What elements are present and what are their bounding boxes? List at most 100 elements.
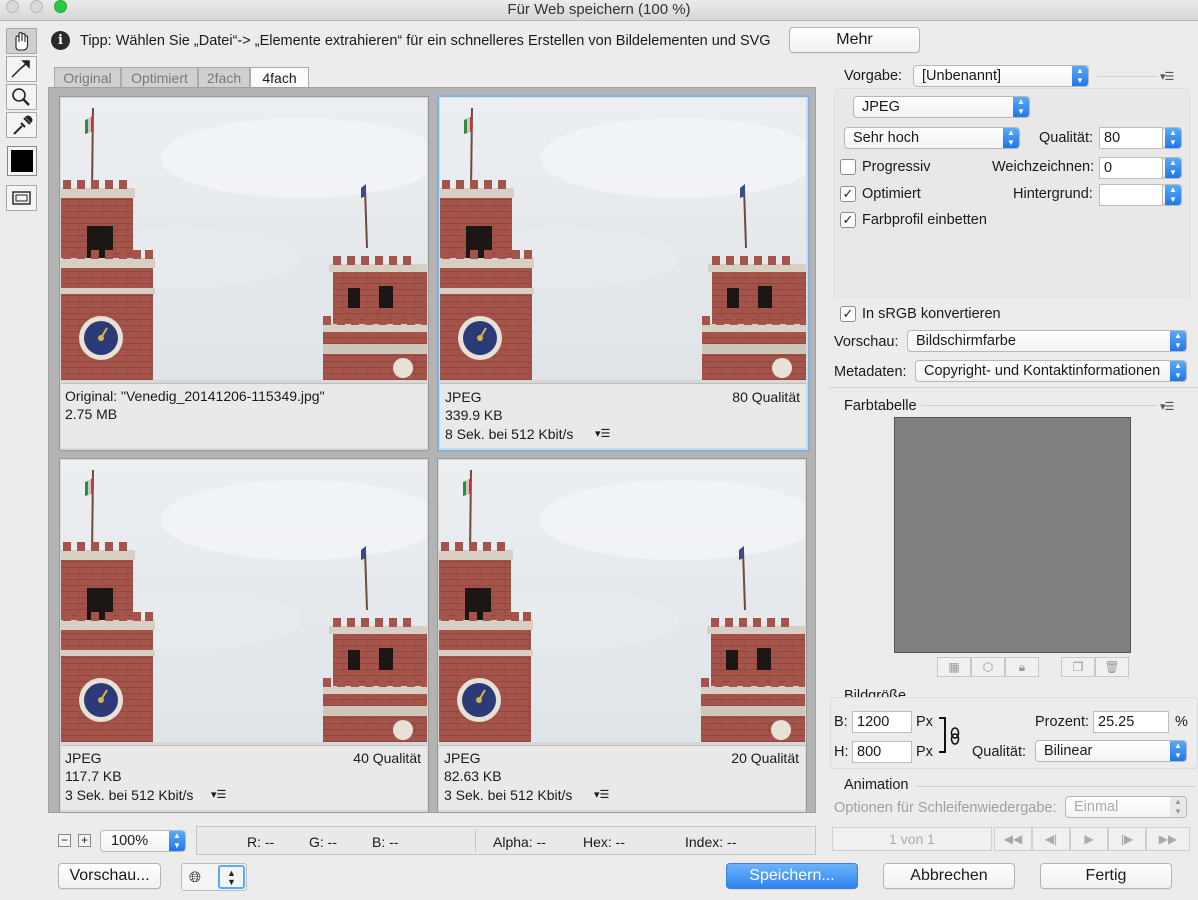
eyedropper-color-swatch[interactable] [7,146,37,176]
matte-input[interactable] [1099,184,1163,206]
tab-original[interactable]: Original [54,67,121,87]
pane-info-format: JPEG [444,750,481,766]
pane-info-size: 339.9 KB [445,407,503,423]
loop-options-select[interactable]: Einmal ▲ ▼ [1065,796,1187,818]
quality-preset-select[interactable]: Sehr hoch ▲ ▼ [844,127,1020,149]
percent-input[interactable]: 25.25 [1093,711,1169,733]
quality-input[interactable]: 80 [1099,127,1163,149]
venice-towers-photo [61,460,427,742]
download-speed-menu-icon[interactable]: ▾☰ [595,427,610,440]
zoom-level-select[interactable]: 100% ▲ ▼ [100,830,186,852]
percent-label: Prozent: [1035,714,1089,730]
divider [916,786,1194,787]
select-arrow-icon: ▲ ▼ [1072,66,1088,86]
progressive-label: Progressiv [862,159,931,175]
loop-options-value: Einmal [1074,799,1119,815]
save-button[interactable]: Speichern... [726,863,858,889]
download-speed-menu-icon[interactable]: ▾☰ [594,788,609,801]
slice-select-tool[interactable] [6,56,37,82]
slices-visibility-icon [12,191,31,205]
height-input[interactable]: 800 [852,741,912,763]
blur-label: Weichzeichnen: [992,159,1095,175]
preset-select[interactable]: [Unbenannt] ▲ ▼ [913,65,1089,87]
blur-input[interactable]: 0 [1099,157,1163,179]
new-color-button[interactable]: ❐ [1061,657,1095,677]
metadata-label: Metadaten: [834,364,907,380]
first-frame-button[interactable]: ◀◀ [994,827,1032,851]
tab-optimized[interactable]: Optimiert [121,67,198,87]
progressive-checkbox[interactable] [840,159,856,175]
select-arrow-icon: ▲ ▼ [1165,128,1181,148]
pane-info: JPEG 20 Qualität 82.63 KB 3 Sek. bei 512… [439,745,805,810]
preview-image [61,98,427,380]
status-bar: − + 100% ▲ ▼ R: -- G: -- B: -- Alpha: -- H… [48,825,816,855]
file-format-select[interactable]: JPEG ▲ ▼ [853,96,1030,118]
width-unit: Px [916,714,933,730]
color-table-menu-icon[interactable]: ▾☰ [1160,400,1174,413]
pane-info-download-time: 3 Sek. bei 512 Kbit/s [65,787,194,803]
select-arrow-icon: ▲ ▼ [1165,158,1181,178]
select-arrow-icon: ▲ ▼ [1170,741,1186,761]
zoom-in-button[interactable]: + [78,834,91,847]
hand-tool[interactable] [6,28,37,54]
preview-pane-jpeg-40[interactable]: JPEG 40 Qualität 117.7 KB 3 Sek. bei 512… [59,458,429,813]
readout-index: Index: -- [685,834,737,850]
next-frame-button[interactable]: |▶ [1108,827,1146,851]
info-icon: i [51,31,70,50]
link-constrain-icon[interactable] [938,716,962,756]
select-arrow-icon: ▲ ▼ [218,865,245,889]
optimized-checkbox[interactable]: ✓ [840,186,856,202]
metadata-select[interactable]: Copyright- und Kontaktinformationen ▲ ▼ [915,360,1187,382]
download-speed-menu-icon[interactable]: ▾☰ [211,788,226,801]
play-button[interactable]: ▶ [1070,827,1108,851]
preset-menu-icon[interactable]: ▾☰ [1160,70,1174,83]
select-arrow-icon: ▲ ▼ [169,831,185,851]
embed-profile-checkbox[interactable]: ✓ [840,212,856,228]
preview-select[interactable]: Bildschirmfarbe ▲ ▼ [907,330,1187,352]
browser-globe-icon: 🌐︎ [189,869,202,886]
metadata-value: Copyright- und Kontaktinformationen [924,363,1161,379]
tab-2up[interactable]: 2fach [198,67,250,87]
pane-info-download-time: 3 Sek. bei 512 Kbit/s [444,787,573,803]
zoom-tool[interactable] [6,84,37,110]
web-snap-button[interactable]: ⬡ [971,657,1005,677]
width-input[interactable]: 1200 [852,711,912,733]
zoom-out-button[interactable]: − [58,834,71,847]
animation-title: Animation [844,777,909,793]
matte-select-button[interactable]: ▲ ▼ [1162,184,1182,206]
cancel-button[interactable]: Abbrechen [883,863,1015,889]
lock-color-button[interactable]: 🔒︎ [1005,657,1039,677]
map-transparency-button[interactable]: ▦ [937,657,971,677]
preview-in-browser-button[interactable]: Vorschau... [58,863,161,889]
delete-color-button[interactable]: 🗑︎ [1095,657,1129,677]
preview-pane-original[interactable]: Original: "Venedig_20141206-115349.jpg" … [59,96,429,451]
divider [830,387,1198,388]
done-button[interactable]: Fertig [1040,863,1172,889]
quality-preset-value: Sehr hoch [853,130,920,146]
quality-slider-button[interactable]: ▲ ▼ [1162,127,1182,149]
toggle-slices-tool[interactable] [6,185,37,211]
venice-towers-photo [61,98,427,380]
pane-info-size: 2.75 MB [65,406,118,422]
resample-quality-select[interactable]: Bilinear ▲ ▼ [1035,740,1187,762]
preview-pane-jpeg-20[interactable]: JPEG 20 Qualität 82.63 KB 3 Sek. bei 512… [437,458,807,813]
width-label: B: [834,714,848,730]
blur-slider-button[interactable]: ▲ ▼ [1162,157,1182,179]
browser-select[interactable]: 🌐︎ ▲ ▼ [181,863,247,891]
loop-options-label: Optionen für Schleifenwiedergabe: [834,800,1057,816]
pane-info-format: JPEG [445,389,482,405]
preview-label: Vorschau: [834,334,899,350]
settings-panel: Vorgabe: [Unbenannt] ▲ ▼ ▾☰ JPEG ▲ ▼ Sehr ho… [826,60,1198,851]
preview-pane-jpeg-80[interactable]: JPEG 80 Qualität 339.9 KB 8 Sek. bei 512… [437,95,810,452]
matte-label: Hintergrund: [1013,186,1093,202]
file-format-value: JPEG [862,99,900,115]
hand-icon [15,31,29,51]
last-frame-button[interactable]: ▶▶ [1146,827,1190,851]
transparency-icon: ▦ [948,660,960,674]
eyedropper-tool[interactable] [6,112,37,138]
convert-srgb-checkbox[interactable]: ✓ [840,306,856,322]
previous-frame-button[interactable]: ◀| [1032,827,1070,851]
tab-4up[interactable]: 4fach [250,67,309,87]
more-button[interactable]: Mehr [789,27,920,53]
new-item-icon: ❐ [1072,660,1084,674]
